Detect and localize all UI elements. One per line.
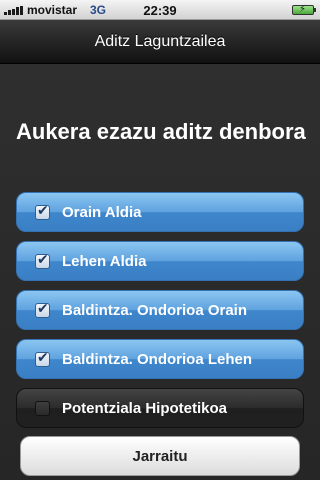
- option-orain-aldia[interactable]: ✔ Orain Aldia: [16, 192, 304, 232]
- continue-button[interactable]: Jarraitu: [20, 436, 300, 476]
- option-potentziala-hipotetikoa[interactable]: Potentziala Hipotetikoa: [16, 388, 304, 428]
- main-content: Aukera ezazu aditz denbora ✔ Orain Aldia…: [0, 65, 320, 480]
- option-label: Lehen Aldia: [62, 252, 147, 270]
- option-label: Baldintza. Ondorioa Lehen: [62, 350, 253, 368]
- option-label: Baldintza. Ondorioa Orain: [62, 301, 248, 319]
- option-baldintza-orain[interactable]: ✔ Baldintza. Ondorioa Orain: [16, 290, 304, 330]
- page-heading: Aukera ezazu aditz denbora: [16, 119, 306, 144]
- status-time: 22:39: [143, 3, 177, 18]
- option-label: Orain Aldia: [62, 203, 142, 221]
- option-lehen-aldia[interactable]: ✔ Lehen Aldia: [16, 241, 304, 281]
- option-label: Potentziala Hipotetikoa: [62, 399, 228, 417]
- status-bar: movistar 3G 22:39 ⚡: [0, 0, 320, 20]
- checkbox-checked-icon[interactable]: ✔: [35, 202, 50, 220]
- checkbox-checked-icon[interactable]: ✔: [35, 300, 50, 318]
- nav-title: Aditz Laguntzailea: [94, 32, 226, 50]
- checkbox-checked-icon[interactable]: ✔: [35, 251, 50, 269]
- navigation-bar: Aditz Laguntzailea: [0, 20, 320, 64]
- option-baldintza-lehen[interactable]: ✔ Baldintza. Ondorioa Lehen: [16, 339, 304, 379]
- checkbox-checked-icon[interactable]: ✔: [35, 349, 50, 367]
- battery-charging-icon: ⚡: [292, 4, 316, 15]
- checkbox-unchecked-icon[interactable]: [35, 400, 50, 416]
